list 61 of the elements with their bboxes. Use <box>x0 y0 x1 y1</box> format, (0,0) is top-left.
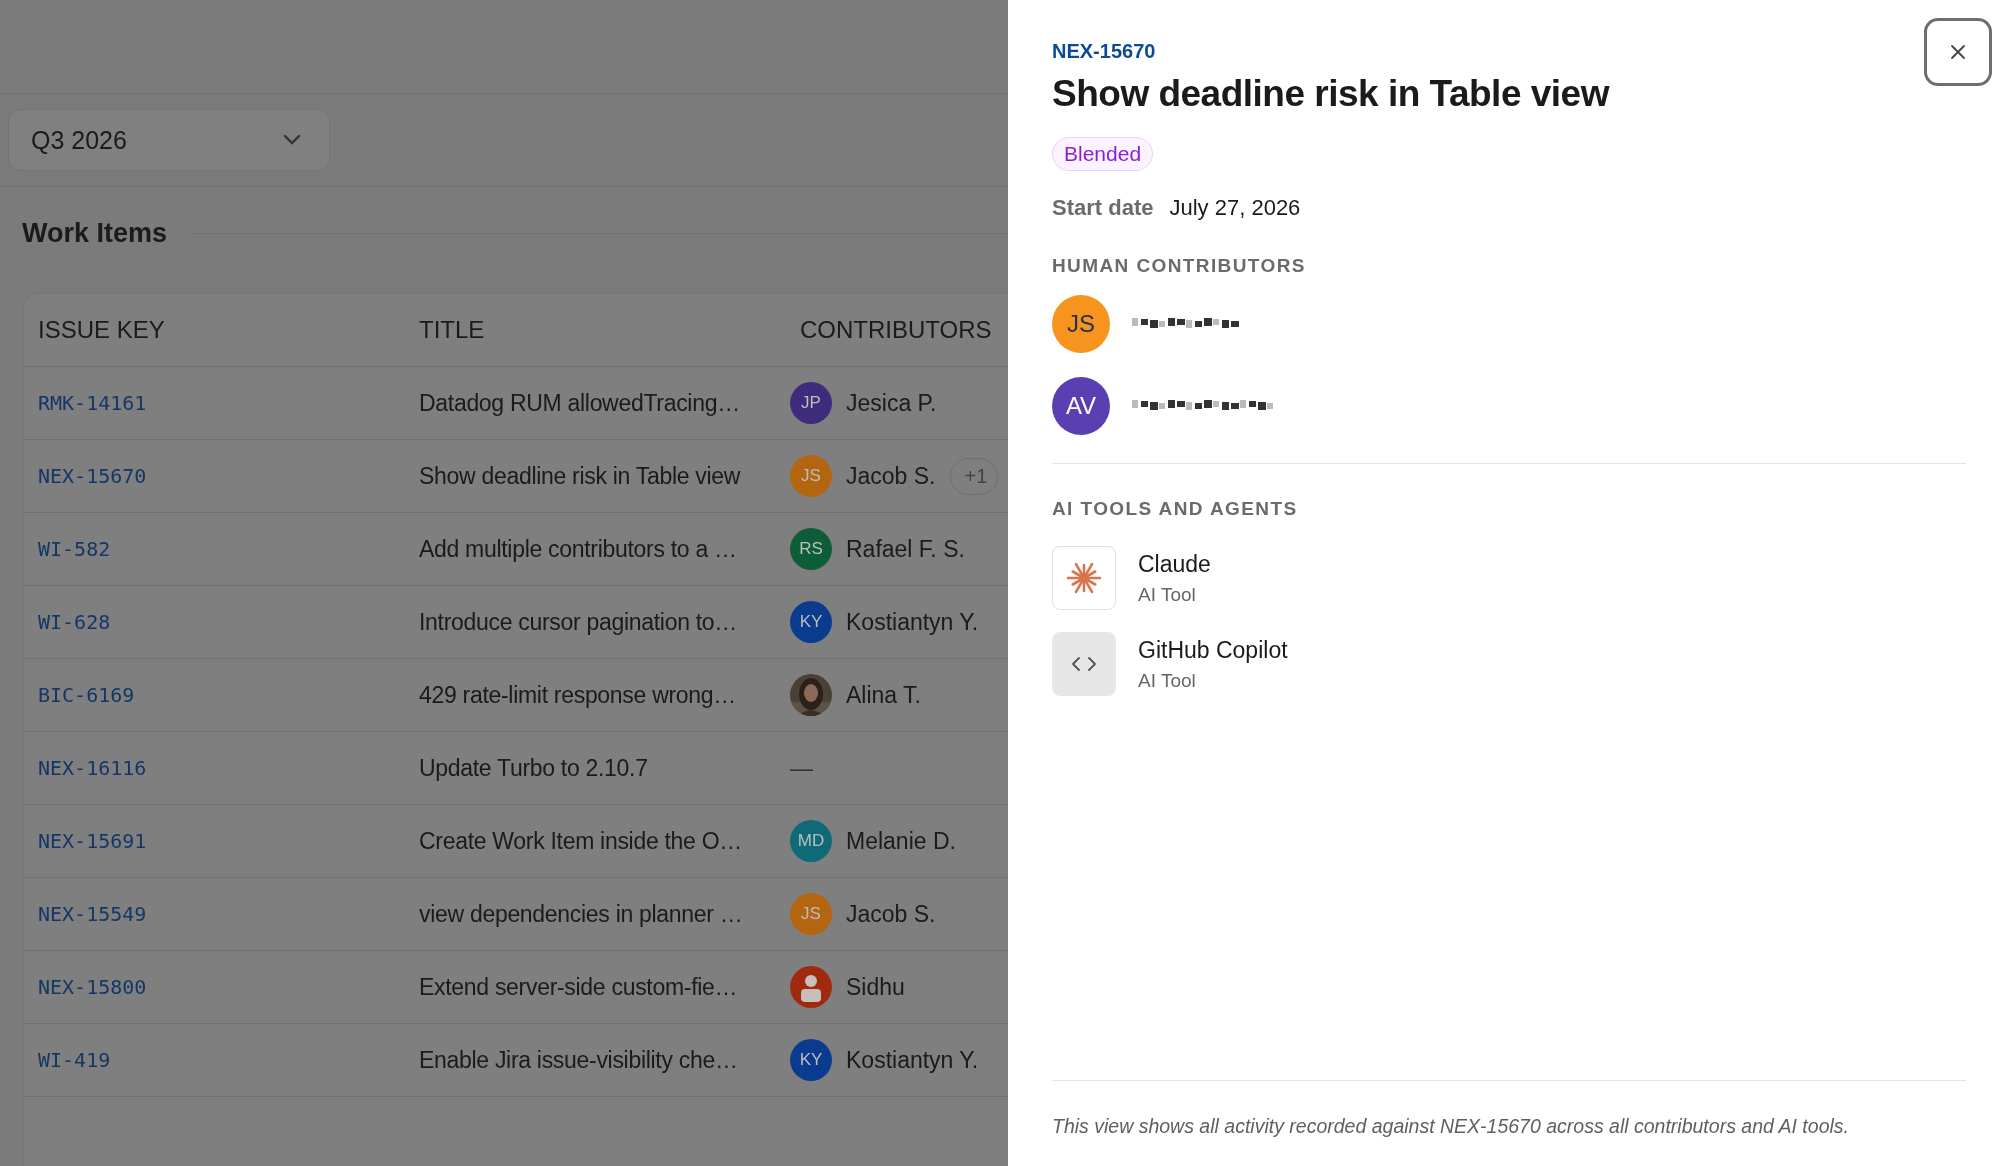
contributor-name: Kostiantyn Y. <box>846 608 979 636</box>
column-header: ISSUE KEY <box>37 316 166 344</box>
contributor-name: Rafael F. S. <box>846 535 965 563</box>
avatar: RS <box>790 528 832 570</box>
avatar: JP <box>790 382 832 424</box>
close-icon <box>1950 44 1966 60</box>
avatar: JS <box>790 455 832 497</box>
drawer-title: Show deadline risk in Table view <box>1052 73 1609 115</box>
issue-title: Extend server-side custom-fie… <box>419 973 738 1001</box>
starburst-icon <box>1067 561 1101 595</box>
issue-key-link[interactable]: NEX-15549 <box>38 902 147 926</box>
issue-key-link[interactable]: NEX-15691 <box>38 829 147 853</box>
tool-name: GitHub Copilot <box>1138 636 1288 664</box>
issue-key-link[interactable]: BIC-6169 <box>38 683 135 707</box>
avatar: JS <box>1052 295 1110 353</box>
avatar: KY <box>790 1039 832 1081</box>
contributor-name: Melanie D. <box>846 827 956 855</box>
avatar: KY <box>790 601 832 643</box>
close-button[interactable] <box>1924 18 1992 86</box>
issue-title: Introduce cursor pagination to… <box>419 608 737 636</box>
issue-key-link[interactable]: WI-582 <box>38 537 111 561</box>
contributor-name: Sidhu <box>846 973 905 1001</box>
section-heading: AI TOOLS AND AGENTS <box>1052 498 1298 520</box>
avatar: JS <box>790 893 832 935</box>
chevron-down-icon <box>283 134 301 146</box>
contributor-name: Jacob S. <box>846 900 936 928</box>
section-title: Work Items <box>22 217 168 249</box>
code-icon <box>1072 657 1096 671</box>
tool-type: AI Tool <box>1138 669 1197 692</box>
issue-key-link[interactable]: NEX-15670 <box>38 464 147 488</box>
field-value: July 27, 2026 <box>1169 195 1301 221</box>
issue-key-link[interactable]: WI-628 <box>38 610 111 634</box>
column-header: TITLE <box>418 316 486 344</box>
avatar: AV <box>1052 377 1110 435</box>
contributor-name: Kostiantyn Y. <box>846 1046 979 1074</box>
issue-title: Enable Jira issue-visibility che… <box>419 1046 738 1074</box>
issue-title: 429 rate-limit response wrong… <box>419 681 736 709</box>
contributor-name: — <box>790 754 813 782</box>
tool-type: AI Tool <box>1138 583 1197 606</box>
issue-key-link[interactable]: WI-419 <box>38 1048 111 1072</box>
footer-note: This view shows all activity recorded against NEX-15670 across all contributors and AI tools. <box>1052 1115 1849 1138</box>
section-heading: HUMAN CONTRIBUTORS <box>1052 255 1306 277</box>
issue-title: Show deadline risk in Table view <box>419 462 741 490</box>
issue-title: Add multiple contributors to a … <box>419 535 737 563</box>
avatar: MD <box>790 820 832 862</box>
field-label: Start date <box>1052 195 1154 221</box>
issue-title: Update Turbo to 2.10.7 <box>419 754 648 782</box>
issue-title: view dependencies in planner … <box>419 900 743 928</box>
type-badge: Blended <box>1052 137 1154 171</box>
issue-key: NEX-15670 <box>1052 40 1156 63</box>
issue-title: Datadog RUM allowedTracing… <box>419 389 740 417</box>
column-header: CONTRIBUTORS <box>799 316 993 344</box>
contributor-name: Alina T. <box>846 681 921 709</box>
issue-key-link[interactable]: NEX-15800 <box>38 975 147 999</box>
contributor-name: Jacob S. <box>846 462 936 490</box>
issue-key-link[interactable]: NEX-16116 <box>38 756 147 780</box>
issue-key-link[interactable]: RMK-14161 <box>38 391 147 415</box>
issue-title: Create Work Item inside the O… <box>419 827 742 855</box>
contributor-name: Jesica P. <box>846 389 937 417</box>
tool-name: Claude <box>1138 550 1211 578</box>
period-select[interactable]: Q3 2026 <box>8 109 330 171</box>
